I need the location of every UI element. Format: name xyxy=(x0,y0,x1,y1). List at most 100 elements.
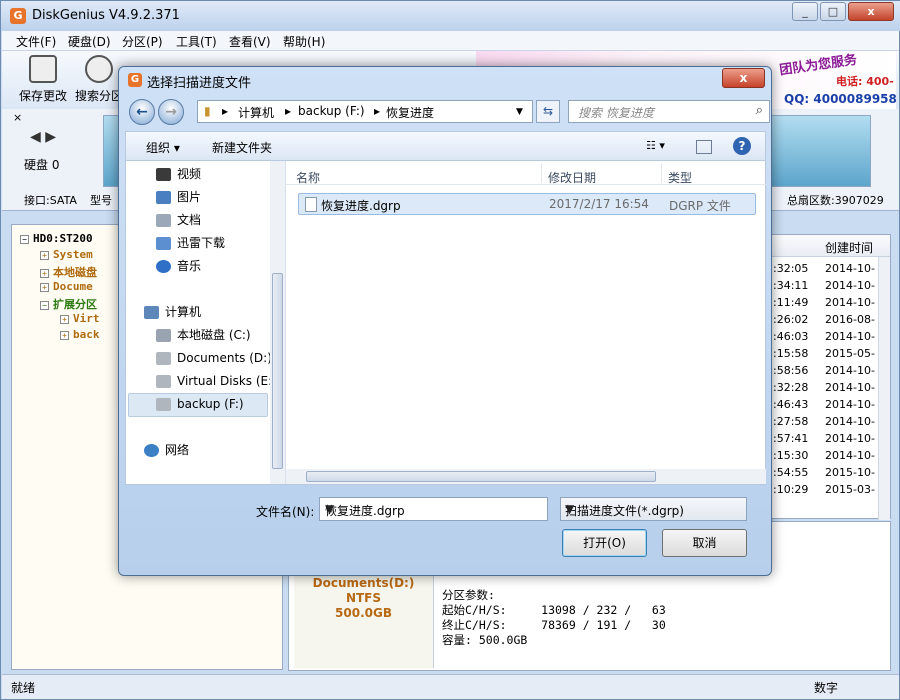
nav-item-network[interactable]: 网络 xyxy=(144,439,189,461)
banner-qq: QQ: 4000089958 xyxy=(784,92,897,106)
column-modified[interactable]: 修改日期 xyxy=(548,169,596,186)
created-column-header[interactable]: 创建时间 xyxy=(825,239,873,256)
nav-item-drive-e[interactable]: Virtual Disks (E: xyxy=(156,370,272,392)
refresh-icon[interactable]: ⇆ xyxy=(536,100,560,123)
breadcrumb-separator-icon[interactable]: ▸ xyxy=(285,104,291,118)
menu-tools[interactable]: 工具(T) xyxy=(176,33,217,50)
nav-item-drive-c[interactable]: 本地磁盘 (C:) xyxy=(156,324,251,346)
organize-button[interactable]: 组织 ▾ xyxy=(146,139,180,156)
nav-item-label: 视频 xyxy=(177,167,202,181)
menu-partition[interactable]: 分区(P) xyxy=(122,33,163,50)
nav-item-drive-f[interactable]: backup (F:) xyxy=(156,393,244,415)
menu-file[interactable]: 文件(F) xyxy=(16,33,56,50)
back-arrow-icon[interactable]: ← xyxy=(129,99,155,125)
row-modified-time: :15:30 xyxy=(773,449,809,462)
nav-item-computer[interactable]: 计算机 xyxy=(144,301,201,323)
nav-item-pictures[interactable]: 图片 xyxy=(156,186,201,208)
expand-icon[interactable]: + xyxy=(60,330,69,340)
address-dropdown-icon[interactable]: ▼ xyxy=(516,107,523,117)
menu-view[interactable]: 查看(V) xyxy=(229,33,271,50)
dialog-close-button[interactable]: x xyxy=(722,68,765,88)
nav-scroll-thumb[interactable] xyxy=(272,273,283,469)
nav-item-label: 网络 xyxy=(165,443,190,457)
row-created-date: 2014-10- xyxy=(825,364,875,377)
file-row[interactable]: 恢复进度.dgrp 2017/2/17 16:54 DGRP 文件 xyxy=(298,193,756,215)
expand-icon[interactable]: + xyxy=(40,282,49,292)
column-name[interactable]: 名称 xyxy=(296,169,320,186)
tree-item-label: HD0:ST200 xyxy=(33,232,93,245)
picture-icon xyxy=(156,191,171,204)
row-created-date: 2015-03- xyxy=(825,483,875,496)
tree-item[interactable]: + System xyxy=(40,248,93,261)
nav-item-documents[interactable]: 文档 xyxy=(156,209,201,231)
help-icon[interactable]: ? xyxy=(733,137,751,155)
nav-item-thunder-downloads[interactable]: 迅雷下载 xyxy=(156,232,225,254)
file-type-filter[interactable]: 扫描进度文件(*.dgrp) ▼ xyxy=(560,497,747,521)
row-modified-time: :46:43 xyxy=(773,398,809,411)
preview-pane-icon[interactable] xyxy=(696,140,712,154)
collapse-icon[interactable]: − xyxy=(40,300,49,310)
view-options-icon[interactable]: ☷ ▾ xyxy=(646,139,665,152)
filename-input[interactable]: 恢复进度.dgrp ▼ xyxy=(319,497,548,521)
row-created-date: 2016-08- xyxy=(825,313,875,326)
filename-dropdown-icon[interactable]: ▼ xyxy=(325,502,542,516)
folder-icon: ▮ xyxy=(204,104,211,118)
nav-item-drive-d[interactable]: Documents (D:) xyxy=(156,347,272,369)
close-button[interactable]: x xyxy=(848,2,894,21)
breadcrumb-computer[interactable]: 计算机 xyxy=(238,104,274,121)
disk-interface: 接口:SATA xyxy=(24,194,77,207)
row-modified-time: :34:11 xyxy=(773,279,809,292)
row-modified-time: :32:05 xyxy=(773,262,809,275)
partition-card[interactable]: Documents(D:) NTFS 500.0GB xyxy=(294,570,434,668)
new-folder-button[interactable]: 新建文件夹 xyxy=(212,139,272,156)
breadcrumb-folder[interactable]: 恢复进度 xyxy=(386,104,434,121)
collapse-icon[interactable]: − xyxy=(20,234,29,244)
column-type[interactable]: 类型 xyxy=(668,169,692,186)
nav-item-label: 迅雷下载 xyxy=(177,236,226,250)
forward-arrow-icon[interactable]: → xyxy=(158,99,184,125)
nav-item-videos[interactable]: 视频 xyxy=(156,163,201,185)
nav-item-music[interactable]: 音乐 xyxy=(156,255,201,277)
search-icon[interactable]: ⌕ xyxy=(756,103,763,118)
tree-item[interactable]: + back xyxy=(60,328,100,341)
tree-item[interactable]: + Virt xyxy=(60,312,100,325)
nav-scrollbar[interactable] xyxy=(270,161,285,484)
file-list: 创建时间 :32:05 2014-10- :34:11 2014-10- :11:49 2… xyxy=(770,234,891,520)
close-pane-icon[interactable]: × xyxy=(13,111,22,124)
file-hscrollbar[interactable] xyxy=(286,469,766,484)
tree-item[interactable]: + Docume xyxy=(40,280,93,293)
file-hscroll-thumb[interactable] xyxy=(306,471,656,482)
maximize-button[interactable]: □ xyxy=(820,2,846,21)
expand-icon[interactable]: + xyxy=(60,314,69,324)
row-created-date: 2014-10- xyxy=(825,296,875,309)
search-box[interactable]: 搜索 恢复进度 ⌕ xyxy=(568,100,770,123)
expand-icon[interactable]: + xyxy=(40,268,49,278)
open-button[interactable]: 打开(O) xyxy=(562,529,647,557)
breadcrumb-drive[interactable]: backup (F:) xyxy=(298,104,365,118)
minimize-button[interactable]: _ xyxy=(792,2,818,21)
row-created-date: 2014-10- xyxy=(825,381,875,394)
breadcrumb-separator-icon[interactable]: ▸ xyxy=(222,104,228,118)
expand-icon[interactable]: + xyxy=(40,250,49,260)
tree-item-label: System xyxy=(53,248,93,261)
file-list-scrollbar[interactable] xyxy=(878,257,890,520)
row-modified-time: :11:49 xyxy=(773,296,809,309)
menu-help[interactable]: 帮助(H) xyxy=(283,33,325,50)
params-capacity: 容量: 500.0GB xyxy=(442,633,528,647)
tree-item[interactable]: − 扩展分区 xyxy=(40,296,97,312)
breadcrumb-separator-icon[interactable]: ▸ xyxy=(374,104,380,118)
address-bar[interactable]: ▮ ▸ 计算机 ▸ backup (F:) ▸ 恢复进度 ▼ xyxy=(197,100,533,123)
navigation-pane: 视频 图片 文档 迅雷下载 音乐 计算机 本地磁盘 (C:) Documents… xyxy=(126,161,286,484)
dialog-nav-row: ← → ▮ ▸ 计算机 ▸ backup (F:) ▸ 恢复进度 ▼ ⇆ 搜索 … xyxy=(125,98,770,126)
cancel-button[interactable]: 取消 xyxy=(662,529,747,557)
tree-item[interactable]: − HD0:ST200 xyxy=(20,232,93,245)
filter-dropdown-icon[interactable]: ▼ xyxy=(565,502,741,516)
save-changes-button[interactable]: 保存更改 xyxy=(19,55,67,104)
menu-disk[interactable]: 硬盘(D) xyxy=(68,33,111,50)
tree-item[interactable]: + 本地磁盘 xyxy=(40,264,97,280)
disk-nav-arrows-icon[interactable]: ◀ ▶ xyxy=(30,129,56,145)
params-end-chs: 终止C/H/S: 78369 / 191 / 30 xyxy=(442,618,666,632)
search-partition-button[interactable]: 搜索分区 xyxy=(75,55,123,104)
row-created-date: 2014-10- xyxy=(825,330,875,343)
magnifier-icon xyxy=(85,55,113,83)
